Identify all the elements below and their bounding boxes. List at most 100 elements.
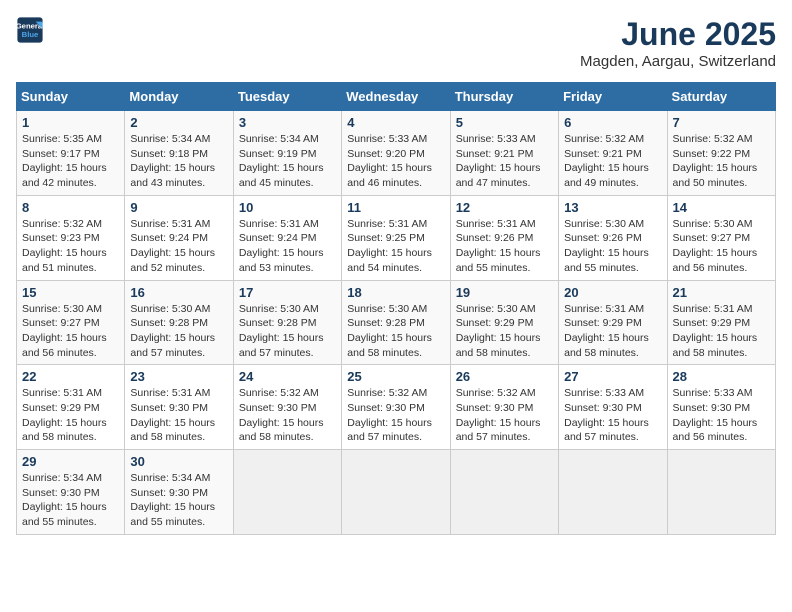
- day-number: 7: [673, 115, 770, 130]
- day-number: 30: [130, 454, 227, 469]
- day-number: 8: [22, 200, 119, 215]
- day-info: Sunrise: 5:32 AMSunset: 9:22 PMDaylight:…: [673, 132, 770, 191]
- day-number: 17: [239, 285, 336, 300]
- table-row: 16 Sunrise: 5:30 AMSunset: 9:28 PMDayligh…: [125, 280, 233, 365]
- logo: General Blue: [16, 16, 44, 44]
- calendar-week-row: 8 Sunrise: 5:32 AMSunset: 9:23 PMDaylight…: [17, 195, 776, 280]
- day-info: Sunrise: 5:31 AMSunset: 9:29 PMDaylight:…: [564, 302, 661, 361]
- day-number: 5: [456, 115, 553, 130]
- table-row: 1Sunrise: 5:35 AMSunset: 9:17 PMDaylight…: [17, 111, 125, 196]
- day-info: Sunrise: 5:30 AMSunset: 9:26 PMDaylight:…: [564, 217, 661, 276]
- day-info: Sunrise: 5:34 AMSunset: 9:30 PMDaylight:…: [22, 471, 119, 530]
- day-info: Sunrise: 5:31 AMSunset: 9:24 PMDaylight:…: [130, 217, 227, 276]
- table-row: 27 Sunrise: 5:33 AMSunset: 9:30 PMDayligh…: [559, 365, 667, 450]
- day-number: 2: [130, 115, 227, 130]
- table-row: 15Sunrise: 5:30 AMSunset: 9:27 PMDayligh…: [17, 280, 125, 365]
- day-info: Sunrise: 5:30 AMSunset: 9:29 PMDaylight:…: [456, 302, 553, 361]
- table-row: [233, 450, 341, 535]
- title-area: June 2025 Magden, Aargau, Switzerland: [580, 16, 776, 70]
- table-row: 28 Sunrise: 5:33 AMSunset: 9:30 PMDayligh…: [667, 365, 775, 450]
- day-number: 20: [564, 285, 661, 300]
- day-info: Sunrise: 5:30 AMSunset: 9:28 PMDaylight:…: [130, 302, 227, 361]
- table-row: 14 Sunrise: 5:30 AMSunset: 9:27 PMDayligh…: [667, 195, 775, 280]
- day-number: 6: [564, 115, 661, 130]
- table-row: [559, 450, 667, 535]
- day-info: Sunrise: 5:30 AMSunset: 9:28 PMDaylight:…: [347, 302, 444, 361]
- table-row: 11 Sunrise: 5:31 AMSunset: 9:25 PMDayligh…: [342, 195, 450, 280]
- table-row: 18 Sunrise: 5:30 AMSunset: 9:28 PMDayligh…: [342, 280, 450, 365]
- day-info: Sunrise: 5:33 AMSunset: 9:30 PMDaylight:…: [673, 386, 770, 445]
- day-info: Sunrise: 5:31 AMSunset: 9:29 PMDaylight:…: [22, 386, 119, 445]
- table-row: 13 Sunrise: 5:30 AMSunset: 9:26 PMDayligh…: [559, 195, 667, 280]
- day-number: 15: [22, 285, 119, 300]
- day-info: Sunrise: 5:34 AMSunset: 9:19 PMDaylight:…: [239, 132, 336, 191]
- table-row: 4 Sunrise: 5:33 AMSunset: 9:20 PMDaylight…: [342, 111, 450, 196]
- day-info: Sunrise: 5:34 AMSunset: 9:18 PMDaylight:…: [130, 132, 227, 191]
- svg-text:Blue: Blue: [22, 30, 39, 39]
- day-info: Sunrise: 5:31 AMSunset: 9:26 PMDaylight:…: [456, 217, 553, 276]
- table-row: 26Sunrise: 5:32 AMSunset: 9:30 PMDayligh…: [450, 365, 558, 450]
- table-row: 7 Sunrise: 5:32 AMSunset: 9:22 PMDaylight…: [667, 111, 775, 196]
- day-number: 23: [130, 369, 227, 384]
- table-row: 22 Sunrise: 5:31 AMSunset: 9:29 PMDayligh…: [17, 365, 125, 450]
- day-number: 26: [456, 369, 553, 384]
- table-row: 12 Sunrise: 5:31 AMSunset: 9:26 PMDayligh…: [450, 195, 558, 280]
- day-info: Sunrise: 5:30 AMSunset: 9:28 PMDaylight:…: [239, 302, 336, 361]
- table-row: 5 Sunrise: 5:33 AMSunset: 9:21 PMDaylight…: [450, 111, 558, 196]
- day-number: 18: [347, 285, 444, 300]
- calendar-week-row: 29 Sunrise: 5:34 AMSunset: 9:30 PMDayligh…: [17, 450, 776, 535]
- day-info: Sunrise: 5:32 AMSunset: 9:30 PMDaylight:…: [347, 386, 444, 445]
- col-tuesday: Tuesday: [233, 83, 341, 111]
- col-thursday: Thursday: [450, 83, 558, 111]
- table-row: 17 Sunrise: 5:30 AMSunset: 9:28 PMDayligh…: [233, 280, 341, 365]
- day-info: Sunrise: 5:31 AMSunset: 9:30 PMDaylight:…: [130, 386, 227, 445]
- day-number: 21: [673, 285, 770, 300]
- table-row: [667, 450, 775, 535]
- day-info: Sunrise: 5:33 AMSunset: 9:21 PMDaylight:…: [456, 132, 553, 191]
- table-row: 19 Sunrise: 5:30 AMSunset: 9:29 PMDayligh…: [450, 280, 558, 365]
- day-number: 28: [673, 369, 770, 384]
- day-info: Sunrise: 5:35 AMSunset: 9:17 PMDaylight:…: [22, 132, 119, 191]
- day-number: 19: [456, 285, 553, 300]
- col-monday: Monday: [125, 83, 233, 111]
- table-row: 25 Sunrise: 5:32 AMSunset: 9:30 PMDayligh…: [342, 365, 450, 450]
- col-wednesday: Wednesday: [342, 83, 450, 111]
- day-number: 27: [564, 369, 661, 384]
- day-info: Sunrise: 5:33 AMSunset: 9:30 PMDaylight:…: [564, 386, 661, 445]
- day-number: 12: [456, 200, 553, 215]
- logo-icon: General Blue: [16, 16, 44, 44]
- day-info: Sunrise: 5:31 AMSunset: 9:24 PMDaylight:…: [239, 217, 336, 276]
- day-number: 29: [22, 454, 119, 469]
- calendar-week-row: 15Sunrise: 5:30 AMSunset: 9:27 PMDayligh…: [17, 280, 776, 365]
- table-row: 8 Sunrise: 5:32 AMSunset: 9:23 PMDaylight…: [17, 195, 125, 280]
- table-row: 30Sunrise: 5:34 AMSunset: 9:30 PMDayligh…: [125, 450, 233, 535]
- day-number: 13: [564, 200, 661, 215]
- calendar-week-row: 1Sunrise: 5:35 AMSunset: 9:17 PMDaylight…: [17, 111, 776, 196]
- page-subtitle: Magden, Aargau, Switzerland: [580, 53, 776, 70]
- day-info: Sunrise: 5:31 AMSunset: 9:25 PMDaylight:…: [347, 217, 444, 276]
- day-number: 22: [22, 369, 119, 384]
- day-info: Sunrise: 5:33 AMSunset: 9:20 PMDaylight:…: [347, 132, 444, 191]
- table-row: 3 Sunrise: 5:34 AMSunset: 9:19 PMDaylight…: [233, 111, 341, 196]
- table-row: 29 Sunrise: 5:34 AMSunset: 9:30 PMDayligh…: [17, 450, 125, 535]
- day-info: Sunrise: 5:32 AMSunset: 9:23 PMDaylight:…: [22, 217, 119, 276]
- calendar-week-row: 22 Sunrise: 5:31 AMSunset: 9:29 PMDayligh…: [17, 365, 776, 450]
- table-row: 21Sunrise: 5:31 AMSunset: 9:29 PMDayligh…: [667, 280, 775, 365]
- table-row: 2 Sunrise: 5:34 AMSunset: 9:18 PMDaylight…: [125, 111, 233, 196]
- day-info: Sunrise: 5:30 AMSunset: 9:27 PMDaylight:…: [673, 217, 770, 276]
- day-number: 25: [347, 369, 444, 384]
- day-number: 3: [239, 115, 336, 130]
- calendar-table: Sunday Monday Tuesday Wednesday Thursday…: [16, 82, 776, 535]
- day-info: Sunrise: 5:32 AMSunset: 9:30 PMDaylight:…: [239, 386, 336, 445]
- table-row: 20 Sunrise: 5:31 AMSunset: 9:29 PMDayligh…: [559, 280, 667, 365]
- col-friday: Friday: [559, 83, 667, 111]
- table-row: 24Sunrise: 5:32 AMSunset: 9:30 PMDayligh…: [233, 365, 341, 450]
- day-number: 16: [130, 285, 227, 300]
- table-row: 23 Sunrise: 5:31 AMSunset: 9:30 PMDayligh…: [125, 365, 233, 450]
- day-number: 14: [673, 200, 770, 215]
- day-number: 4: [347, 115, 444, 130]
- table-row: 9 Sunrise: 5:31 AMSunset: 9:24 PMDaylight…: [125, 195, 233, 280]
- day-number: 11: [347, 200, 444, 215]
- day-number: 9: [130, 200, 227, 215]
- page-title: June 2025: [580, 16, 776, 53]
